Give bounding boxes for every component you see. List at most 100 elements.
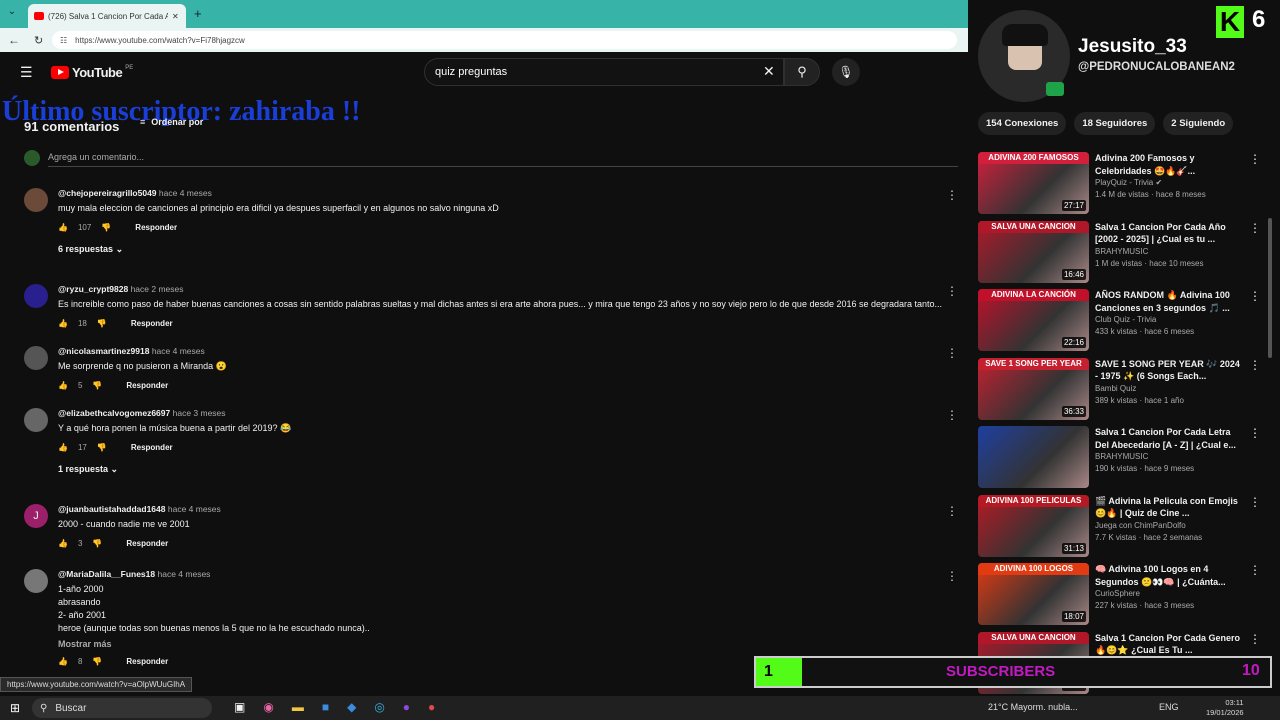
like-icon[interactable]: 👍 xyxy=(58,657,68,666)
video-menu-icon[interactable]: ⋮ xyxy=(1249,221,1263,283)
video-title[interactable]: Salva 1 Cancion Por Cada Letra Del Abece… xyxy=(1095,426,1243,451)
clear-search-icon[interactable]: ✕ xyxy=(763,63,775,80)
scrollbar[interactable] xyxy=(1268,218,1272,358)
search-button[interactable]: ⚲ xyxy=(784,58,820,86)
video-thumbnail[interactable] xyxy=(978,426,1089,488)
video-channel[interactable]: Juega con ChimPanDolfo xyxy=(1095,520,1243,532)
reply-button[interactable]: Responder xyxy=(131,443,173,452)
video-channel[interactable]: Bambi Quiz xyxy=(1095,383,1243,395)
commenter-avatar[interactable] xyxy=(24,188,48,212)
comment-author-line[interactable]: @chejopereiragrillo5049 hace 4 meses xyxy=(58,188,958,198)
dislike-icon[interactable]: 👎 xyxy=(92,381,102,390)
video-title[interactable]: Salva 1 Cancion Por Cada Año [2002 - 202… xyxy=(1095,221,1243,246)
tab-list-icon[interactable]: ⌄ xyxy=(4,6,20,22)
menu-icon[interactable]: ☰ xyxy=(20,64,33,81)
voice-search-icon[interactable]: 🎙 xyxy=(832,58,860,86)
video-title[interactable]: SAVE 1 SONG PER YEAR 🎶 2024 - 1975 ✨ (6 … xyxy=(1095,358,1243,383)
commenter-avatar[interactable] xyxy=(24,346,48,370)
sort-button[interactable]: ≡ Ordenar por xyxy=(140,117,203,127)
like-icon[interactable]: 👍 xyxy=(58,319,68,328)
comment-menu-icon[interactable]: ⋮ xyxy=(946,408,958,422)
close-tab-icon[interactable]: ✕ xyxy=(172,12,179,21)
like-icon[interactable]: 👍 xyxy=(58,539,68,548)
comment-menu-icon[interactable]: ⋮ xyxy=(946,504,958,518)
task-view-icon[interactable]: ▣ xyxy=(234,700,245,714)
video-thumbnail[interactable]: ADIVINA 100 LOGOS 18:07 xyxy=(978,563,1089,625)
video-thumbnail[interactable]: ADIVINA 200 FAMOSOS 27:17 xyxy=(978,152,1089,214)
like-icon[interactable]: 👍 xyxy=(58,443,68,452)
comment-author-line[interactable]: @elizabethcalvogomez6697 hace 3 meses xyxy=(58,408,958,418)
browser-tab[interactable]: (726) Salva 1 Cancion Por Cada Añ ✕ xyxy=(28,4,186,28)
comment-menu-icon[interactable]: ⋮ xyxy=(946,569,958,583)
video-title[interactable]: 🧠 Adivina 100 Logos en 4 Segundos 😕👀🧠 | … xyxy=(1095,563,1243,588)
commenter-avatar[interactable] xyxy=(24,408,48,432)
show-more-link[interactable]: Mostrar más xyxy=(58,639,958,649)
reload-icon[interactable]: ↻ xyxy=(34,34,43,47)
weather-widget[interactable]: 21°C Mayorm. nubla... xyxy=(988,702,1078,712)
dislike-icon[interactable]: 👎 xyxy=(97,443,107,452)
video-menu-icon[interactable]: ⋮ xyxy=(1249,358,1263,420)
recorder-icon[interactable]: ● xyxy=(428,700,435,714)
suggested-video[interactable]: SAVE 1 SONG PER YEAR 36:33 SAVE 1 SONG P… xyxy=(978,357,1263,420)
clock[interactable]: 03:11 19/01/2026 xyxy=(1206,698,1244,718)
suggested-video[interactable]: Salva 1 Cancion Por Cada Letra Del Abece… xyxy=(978,426,1263,488)
windows-start-icon[interactable]: ⊞ xyxy=(10,701,20,715)
video-channel[interactable]: CurioSphere xyxy=(1095,588,1243,600)
like-icon[interactable]: 👍 xyxy=(58,223,68,232)
comment-menu-icon[interactable]: ⋮ xyxy=(946,284,958,298)
video-channel[interactable]: PlayQuiz - Trivia ✔ xyxy=(1095,177,1243,189)
new-tab-icon[interactable]: + xyxy=(194,6,202,21)
view-replies-button[interactable]: 6 respuestas ⌄ xyxy=(58,244,958,255)
reply-button[interactable]: Responder xyxy=(131,319,173,328)
taskbar-search[interactable]: ⚲ Buscar xyxy=(32,698,212,718)
like-icon[interactable]: 👍 xyxy=(58,381,68,390)
suggested-video[interactable]: SALVA UNA CANCION 16:46 Salva 1 Cancion … xyxy=(978,220,1263,283)
video-menu-icon[interactable]: ⋮ xyxy=(1249,426,1263,488)
video-menu-icon[interactable]: ⋮ xyxy=(1249,563,1263,625)
commenter-avatar[interactable] xyxy=(24,284,48,308)
video-thumbnail[interactable]: SALVA UNA CANCION 16:46 xyxy=(978,220,1089,283)
dislike-icon[interactable]: 👎 xyxy=(101,223,111,232)
reply-button[interactable]: Responder xyxy=(126,539,168,548)
site-info-icon[interactable]: ☷ xyxy=(60,36,67,45)
view-replies-button[interactable]: 1 respuesta ⌄ xyxy=(58,464,958,475)
comment-author-line[interactable]: @ryzu_crypt9828 hace 2 meses xyxy=(58,284,958,294)
add-comment-input[interactable]: Agrega un comentario... xyxy=(48,152,958,167)
language-indicator[interactable]: ENG xyxy=(1159,702,1179,712)
search-input[interactable]: quiz preguntas xyxy=(424,58,784,86)
video-menu-icon[interactable]: ⋮ xyxy=(1249,495,1263,557)
video-menu-icon[interactable]: ⋮ xyxy=(1249,289,1263,351)
video-channel[interactable]: Club Quiz - Trivia xyxy=(1095,314,1243,326)
dislike-icon[interactable]: 👎 xyxy=(97,319,107,328)
video-title[interactable]: AÑOS RANDOM 🔥 Adivina 100 Canciones en 3… xyxy=(1095,289,1243,314)
video-channel[interactable]: BRAHYMUSIC xyxy=(1095,246,1243,258)
youtube-logo[interactable]: YouTube PE xyxy=(51,65,133,80)
reply-button[interactable]: Responder xyxy=(126,657,168,666)
video-title[interactable]: Adivina 200 Famosos y Celebridades 🤩🔥🎸..… xyxy=(1095,152,1243,177)
copilot-icon[interactable]: ◉ xyxy=(263,700,273,714)
app-icon[interactable]: ● xyxy=(403,700,410,714)
back-icon[interactable]: ← xyxy=(8,33,20,47)
file-explorer-icon[interactable]: ▬ xyxy=(292,700,304,714)
commenter-avatar[interactable] xyxy=(24,569,48,593)
url-field[interactable]: ☷ https://www.youtube.com/watch?v=Fi78hj… xyxy=(52,31,957,49)
outlook-icon[interactable]: ◆ xyxy=(347,700,356,714)
comment-menu-icon[interactable]: ⋮ xyxy=(946,346,958,360)
video-channel[interactable]: BRAHYMUSIC xyxy=(1095,451,1243,463)
suggested-video[interactable]: ADIVINA 100 LOGOS 18:07 🧠 Adivina 100 Lo… xyxy=(978,563,1263,625)
suggested-video[interactable]: ADIVINA 100 PELICULAS 31:13 🎬 Adivina la… xyxy=(978,494,1263,557)
reply-button[interactable]: Responder xyxy=(135,223,177,232)
video-thumbnail[interactable]: SAVE 1 SONG PER YEAR 36:33 xyxy=(978,357,1089,420)
video-title[interactable]: 🎬 Adivina la Pelicula con Emojis 😊🔥 | Qu… xyxy=(1095,495,1243,520)
comment-author-line[interactable]: @nicolasmartinez9918 hace 4 meses xyxy=(58,346,958,356)
comment-author-line[interactable]: @juanbautistahaddad1648 hace 4 meses xyxy=(58,504,958,514)
video-title[interactable]: Salva 1 Cancion Por Cada Genero🔥😊⭐ ¿Cual… xyxy=(1095,632,1243,657)
edge-icon[interactable]: ◎ xyxy=(374,700,384,714)
commenter-avatar[interactable]: J xyxy=(24,504,48,528)
reply-button[interactable]: Responder xyxy=(126,381,168,390)
dislike-icon[interactable]: 👎 xyxy=(92,539,102,548)
store-icon[interactable]: ■ xyxy=(322,700,329,714)
suggested-video[interactable]: ADIVINA LA CANCIÓN 22:16 AÑOS RANDOM 🔥 A… xyxy=(978,289,1263,351)
dislike-icon[interactable]: 👎 xyxy=(92,657,102,666)
comment-author-line[interactable]: @MariaDalila__Funes18 hace 4 meses xyxy=(58,569,958,579)
